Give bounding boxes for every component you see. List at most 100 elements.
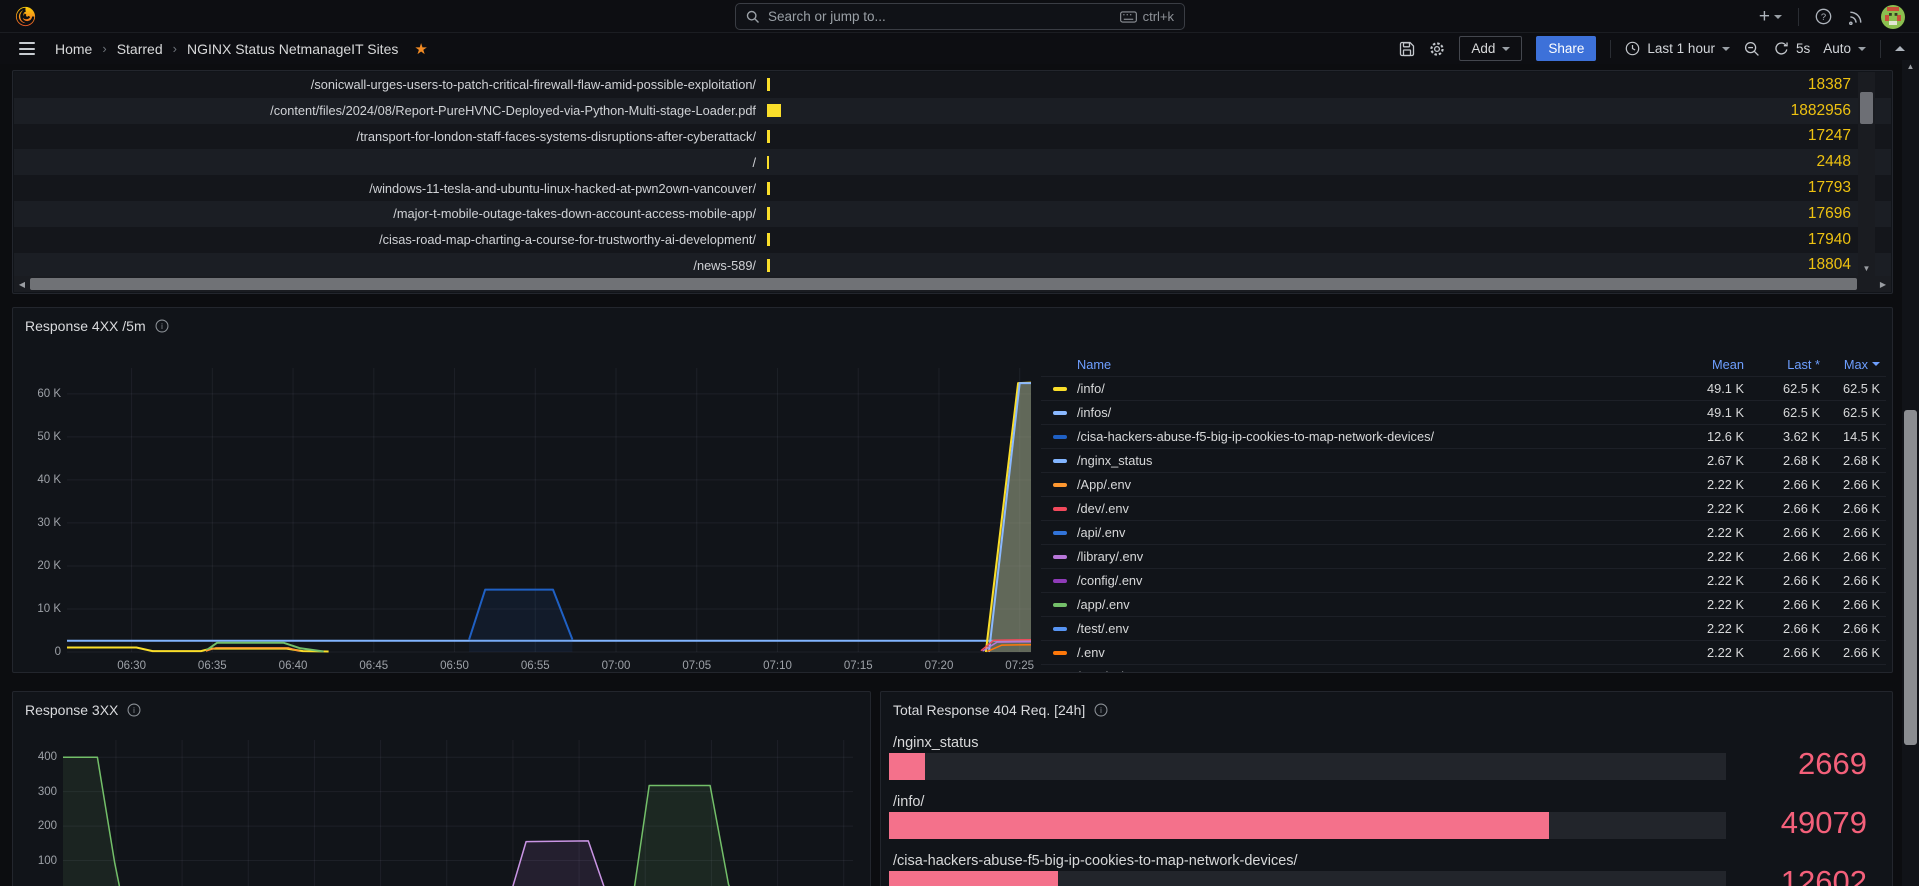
legend-header-mean[interactable]: Mean	[1674, 357, 1744, 372]
legend-row[interactable]: /test/.env2.22 K2.66 K2.66 K	[1041, 616, 1886, 640]
scroll-up-arrow-icon[interactable]: ▲	[1902, 62, 1919, 71]
legend-row[interactable]: /info/49.1 K62.5 K62.5 K	[1041, 376, 1886, 400]
legend-series-name[interactable]: /info/	[1077, 381, 1674, 396]
legend-row[interactable]: /config/.env2.22 K2.66 K2.66 K	[1041, 568, 1886, 592]
scrollbar-thumb[interactable]	[1904, 410, 1917, 745]
y-tick-label: 20 K	[27, 560, 61, 572]
legend-row[interactable]: /library/.env2.22 K2.66 K2.66 K	[1041, 544, 1886, 568]
legend-header-name[interactable]: Name	[1041, 357, 1674, 372]
scrollbar-thumb[interactable]	[30, 278, 1857, 290]
new-button[interactable]: +	[1759, 7, 1782, 26]
legend-row[interactable]: /App/.env2.22 K2.66 K2.66 K	[1041, 472, 1886, 496]
svg-text:i: i	[134, 706, 136, 715]
keyboard-icon	[1120, 11, 1137, 23]
legend-row[interactable]: /nginx_status2.67 K2.68 K2.68 K	[1041, 448, 1886, 472]
legend-series-name[interactable]: /test/.env	[1077, 621, 1674, 636]
legend-series-name[interactable]: /api/.env	[1077, 525, 1674, 540]
refresh-picker[interactable]: 5s Auto	[1774, 41, 1866, 56]
zoom-out-button[interactable]	[1744, 41, 1760, 57]
series-color-chip[interactable]	[1053, 531, 1067, 535]
legend-series-name[interactable]: /app/.env	[1077, 597, 1674, 612]
info-icon[interactable]: i	[1094, 703, 1108, 717]
legend-row[interactable]: /api/.env2.22 K2.66 K2.66 K	[1041, 520, 1886, 544]
add-button[interactable]: Add	[1459, 36, 1522, 61]
y-tick-label: 300	[23, 786, 57, 798]
legend-series-name[interactable]: /dev/.env	[1077, 501, 1674, 516]
save-dashboard-button[interactable]	[1399, 41, 1415, 57]
y-tick-label: 30 K	[27, 517, 61, 529]
help-button[interactable]: ?	[1815, 8, 1832, 25]
legend-series-name[interactable]: /infos/	[1077, 405, 1674, 420]
scroll-left-arrow-icon[interactable]: ◀	[14, 280, 30, 289]
legend-series-name[interactable]: /vendor/.env	[1077, 669, 1674, 672]
value-bar	[767, 156, 769, 169]
legend-series-name[interactable]: /library/.env	[1077, 549, 1674, 564]
series-color-chip[interactable]	[1053, 579, 1067, 583]
favorite-star-icon[interactable]: ★	[414, 40, 427, 58]
legend-row[interactable]: /app/.env2.22 K2.66 K2.66 K	[1041, 592, 1886, 616]
series-color-chip[interactable]	[1053, 435, 1067, 439]
series-color-chip[interactable]	[1053, 459, 1067, 463]
legend-last-value: 2.66 K	[1744, 573, 1820, 588]
info-icon[interactable]: i	[127, 703, 141, 717]
grafana-dashboard: Search or jump to... ctrl+k +	[0, 0, 1919, 886]
scroll-right-arrow-icon[interactable]: ▶	[1875, 280, 1891, 289]
gauge-row: /nginx_status2669	[893, 732, 1867, 791]
legend-series-name[interactable]: /nginx_status	[1077, 453, 1674, 468]
legend-series-name[interactable]: /App/.env	[1077, 477, 1674, 492]
series-color-chip[interactable]	[1053, 483, 1067, 487]
legend-series-name[interactable]: /config/.env	[1077, 573, 1674, 588]
breadcrumb-separator: ›	[173, 41, 177, 56]
scroll-down-arrow-icon[interactable]: ▼	[1858, 261, 1875, 277]
series-color-chip[interactable]	[1053, 627, 1067, 631]
legend-last-value: 3.62 K	[1744, 429, 1820, 444]
legend-series-name[interactable]: /.env	[1077, 645, 1674, 660]
breadcrumb-starred[interactable]: Starred	[117, 41, 163, 57]
series-color-chip[interactable]	[1053, 411, 1067, 415]
breadcrumb-dashboard-title[interactable]: NGINX Status NetmanageIT Sites	[187, 41, 398, 57]
panel-vertical-scrollbar[interactable]: ▼	[1858, 72, 1875, 277]
gauge-track	[889, 812, 1726, 839]
timeseries-chart-4xx[interactable]: 010 K20 K30 K40 K50 K60 K06:3006:3506:40…	[21, 360, 1033, 672]
row-value: 17793	[1691, 179, 1851, 197]
share-button[interactable]: Share	[1536, 36, 1596, 61]
legend-header-last[interactable]: Last *	[1744, 357, 1820, 372]
series-color-chip[interactable]	[1053, 555, 1067, 559]
panel-header[interactable]: Response 4XX /5m i	[25, 318, 169, 334]
scrollbar-thumb[interactable]	[1860, 92, 1873, 124]
panel-header[interactable]: Total Response 404 Req. [24h] i	[893, 702, 1108, 718]
legend-row[interactable]: /vendor/.env2.22 K2.66 K2.66 K	[1041, 664, 1886, 672]
legend-row[interactable]: /infos/49.1 K62.5 K62.5 K	[1041, 400, 1886, 424]
chart-plot-area[interactable]	[63, 740, 853, 886]
chart-plot-area[interactable]	[67, 368, 1031, 652]
panel-header[interactable]: Response 3XX i	[25, 702, 141, 718]
legend-row[interactable]: /cisa-hackers-abuse-f5-big-ip-cookies-to…	[1041, 424, 1886, 448]
grafana-logo-icon[interactable]	[14, 5, 37, 28]
breadcrumb-home[interactable]: Home	[55, 41, 92, 57]
series-color-chip[interactable]	[1053, 507, 1067, 511]
legend-row[interactable]: /.env2.22 K2.66 K2.66 K	[1041, 640, 1886, 664]
news-button[interactable]	[1848, 8, 1865, 25]
timeseries-chart-3xx[interactable]: 100200300400	[17, 738, 863, 886]
chevron-up-icon[interactable]	[1895, 46, 1905, 51]
legend-header-max[interactable]: Max	[1820, 357, 1886, 372]
page-scrollbar[interactable]: ▲	[1902, 60, 1919, 886]
search-input[interactable]: Search or jump to... ctrl+k	[735, 3, 1185, 30]
dashboard-settings-button[interactable]	[1429, 41, 1445, 57]
legend-row[interactable]: /dev/.env2.22 K2.66 K2.66 K	[1041, 496, 1886, 520]
user-avatar[interactable]	[1881, 5, 1905, 29]
series-color-chip[interactable]	[1053, 387, 1067, 391]
legend-mean-value: 2.22 K	[1674, 477, 1744, 492]
sort-desc-icon	[1872, 362, 1880, 366]
series-color-chip[interactable]	[1053, 651, 1067, 655]
series-color-chip[interactable]	[1053, 603, 1067, 607]
panel-horizontal-scrollbar[interactable]: ◀ ▶	[14, 276, 1891, 292]
time-range-picker[interactable]: Last 1 hour	[1625, 41, 1730, 56]
info-icon[interactable]: i	[155, 319, 169, 333]
menu-toggle-button[interactable]	[15, 38, 39, 59]
legend-series-name[interactable]: /cisa-hackers-abuse-f5-big-ip-cookies-to…	[1077, 429, 1674, 444]
svg-text:i: i	[161, 322, 163, 331]
y-tick-label: 10 K	[27, 603, 61, 615]
gauge-label: /nginx_status	[893, 732, 1867, 751]
row-bar-zone	[767, 155, 769, 169]
